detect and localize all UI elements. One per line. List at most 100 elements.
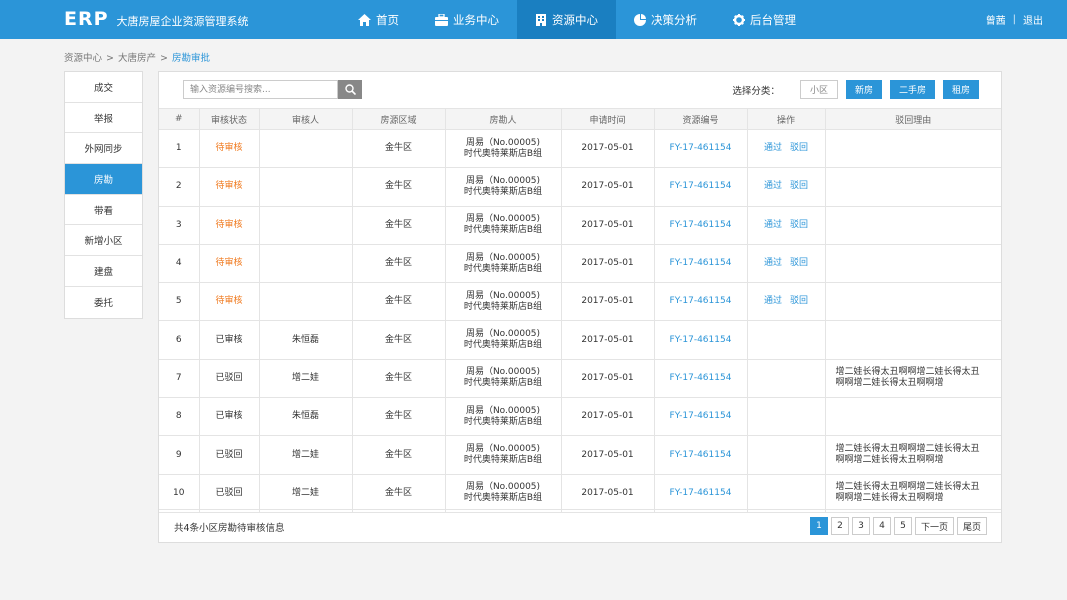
- row-actions: [746, 397, 826, 437]
- sidebar-item-new-community[interactable]: 新增小区: [65, 225, 142, 257]
- apply-date: 2017-05-01: [560, 358, 655, 399]
- breadcrumb-item[interactable]: 资源中心: [64, 53, 102, 64]
- area: 金牛区: [351, 473, 446, 513]
- filter-rental-button[interactable]: 租房: [942, 80, 979, 99]
- surveyor-name: 周易（No.00005): [465, 367, 541, 378]
- sidebar-item-sync[interactable]: 外网同步: [65, 133, 142, 165]
- resource-code-link[interactable]: FY-17-461154: [653, 243, 748, 284]
- row-number: 6: [159, 320, 200, 360]
- reject-reason: [824, 243, 1001, 284]
- row-actions: 通过 驳回: [746, 282, 826, 322]
- area: 金牛区: [351, 128, 446, 169]
- filter-community-button[interactable]: 小区: [799, 80, 838, 99]
- row-actions: 通过 驳回: [746, 205, 826, 245]
- resource-code-link[interactable]: FY-17-461154: [653, 282, 748, 322]
- reject-link[interactable]: 驳回: [790, 258, 808, 268]
- resource-code-link[interactable]: FY-17-461154: [653, 473, 748, 513]
- reviewer: 增二娃: [258, 473, 353, 513]
- column-header: 驳回理由: [824, 108, 1001, 130]
- page-button[interactable]: 4: [872, 517, 891, 535]
- category-filter: 选择分类： 小区 新房 二手房 租房: [732, 80, 979, 99]
- resource-code-link[interactable]: FY-17-461154: [653, 128, 748, 169]
- reject-link[interactable]: 驳回: [790, 181, 808, 191]
- reject-link[interactable]: 驳回: [790, 143, 808, 153]
- reviewer: 增二娃: [258, 435, 353, 475]
- surveyor-store: 时代奥特莱斯店B组: [463, 225, 543, 236]
- approve-link[interactable]: 通过: [764, 258, 782, 268]
- nav-item-resource[interactable]: 资源中心: [517, 0, 616, 39]
- resource-code-link[interactable]: FY-17-461154: [653, 358, 748, 399]
- sidebar-item-deal[interactable]: 成交: [65, 72, 142, 103]
- sidebar-item-viewing[interactable]: 带看: [65, 195, 142, 226]
- reject-link[interactable]: 驳回: [790, 296, 808, 306]
- reject-reason: [824, 205, 1001, 245]
- apply-date: 2017-05-01: [560, 473, 655, 513]
- resource-code-link[interactable]: FY-17-461154: [653, 167, 748, 207]
- resource-code-link[interactable]: FY-17-461154: [653, 320, 748, 360]
- nav-item-admin[interactable]: 后台管理: [715, 0, 814, 39]
- reviewer: [258, 243, 353, 284]
- nav-item-decision[interactable]: 决策分析: [616, 0, 715, 39]
- row-number: 8: [159, 397, 200, 437]
- table-row: 7 已驳回 增二娃 金牛区 周易（No.00005) 时代奥特莱斯店B组 2017-05-0…: [159, 358, 1001, 399]
- page-button[interactable]: 5: [893, 517, 912, 535]
- surveyor-name: 周易（No.00005): [465, 444, 541, 455]
- breadcrumb-item[interactable]: 大唐房产: [118, 53, 156, 64]
- sidebar-item-entrust[interactable]: 委托: [65, 287, 142, 318]
- page-button[interactable]: 2: [830, 517, 849, 535]
- last-page-button[interactable]: 尾页: [956, 517, 987, 535]
- column-header: 申请时间: [560, 108, 655, 130]
- reviewer: 增二娃: [258, 358, 353, 399]
- row-actions: 通过 驳回: [746, 167, 826, 207]
- filter-label: 选择分类：: [732, 85, 780, 97]
- sidebar-item-report[interactable]: 举报: [65, 103, 142, 134]
- page-button[interactable]: 3: [851, 517, 870, 535]
- surveyor-store: 时代奥特莱斯店B组: [463, 493, 543, 504]
- table-row: 8 已审核 朱恒磊 金牛区 周易（No.00005) 时代奥特莱斯店B组 2017-05-0…: [159, 397, 1001, 437]
- area: 金牛区: [351, 435, 446, 475]
- filter-second-hand-button[interactable]: 二手房: [889, 80, 935, 99]
- logo[interactable]: ERP: [64, 8, 109, 30]
- filter-new-house-button[interactable]: 新房: [845, 80, 882, 99]
- review-status: 已审核: [198, 320, 260, 360]
- breadcrumb-current: 房勘审批: [171, 53, 210, 64]
- resource-code-link[interactable]: FY-17-461154: [653, 397, 748, 437]
- table-row: 2 待审核 金牛区 周易（No.00005) 时代奥特莱斯店B组 2017-05-01 FY…: [159, 167, 1001, 207]
- row-number: 2: [159, 167, 200, 207]
- search-button[interactable]: [338, 80, 362, 99]
- reject-link[interactable]: 驳回: [790, 220, 808, 230]
- nav-item-business[interactable]: 业务中心: [417, 0, 517, 39]
- sidebar-item-survey[interactable]: 房勘: [65, 164, 142, 195]
- reviewer: [258, 282, 353, 322]
- record-summary: 共4条小区房勘待审核信息: [174, 523, 285, 534]
- page-button[interactable]: 1: [809, 517, 828, 535]
- nav-label: 后台管理: [750, 12, 796, 27]
- surveyor-name: 周易（No.00005): [465, 252, 541, 263]
- surveyor-name: 周易（No.00005): [465, 482, 541, 493]
- nav-item-home[interactable]: 首页: [340, 0, 417, 39]
- surveyor-store: 时代奥特莱斯店B组: [463, 186, 543, 197]
- review-status: 待审核: [198, 243, 260, 284]
- table-row: 10 已驳回 增二娃 金牛区 周易（No.00005) 时代奥特莱斯店B组 2017-05-…: [159, 473, 1001, 513]
- approve-link[interactable]: 通过: [764, 143, 782, 153]
- surveyor: 周易（No.00005) 时代奥特莱斯店B组: [444, 435, 562, 475]
- apply-date: 2017-05-01: [560, 128, 655, 169]
- user-name[interactable]: 曾茜: [986, 12, 1006, 27]
- resource-code-link[interactable]: FY-17-461154: [653, 435, 748, 475]
- apply-date: 2017-05-01: [560, 205, 655, 245]
- sidebar-item-build[interactable]: 建盘: [65, 256, 142, 287]
- reviewer: [258, 167, 353, 207]
- search-input[interactable]: [183, 80, 338, 99]
- resource-code-link[interactable]: FY-17-461154: [653, 205, 748, 245]
- next-page-button[interactable]: 下一页: [914, 517, 954, 535]
- surveyor: 周易（No.00005) 时代奥特莱斯店B组: [444, 282, 562, 322]
- logout-link[interactable]: 退出: [1023, 12, 1043, 27]
- approve-link[interactable]: 通过: [764, 181, 782, 191]
- approve-link[interactable]: 通过: [764, 220, 782, 230]
- area: 金牛区: [351, 358, 446, 399]
- table-row: 3 待审核 金牛区 周易（No.00005) 时代奥特莱斯店B组 2017-05-01 FY…: [159, 205, 1001, 245]
- approve-link[interactable]: 通过: [764, 296, 782, 306]
- row-number: 10: [159, 473, 200, 513]
- gear-icon: [733, 13, 745, 26]
- system-name: 大唐房屋企业资源管理系统: [116, 15, 249, 28]
